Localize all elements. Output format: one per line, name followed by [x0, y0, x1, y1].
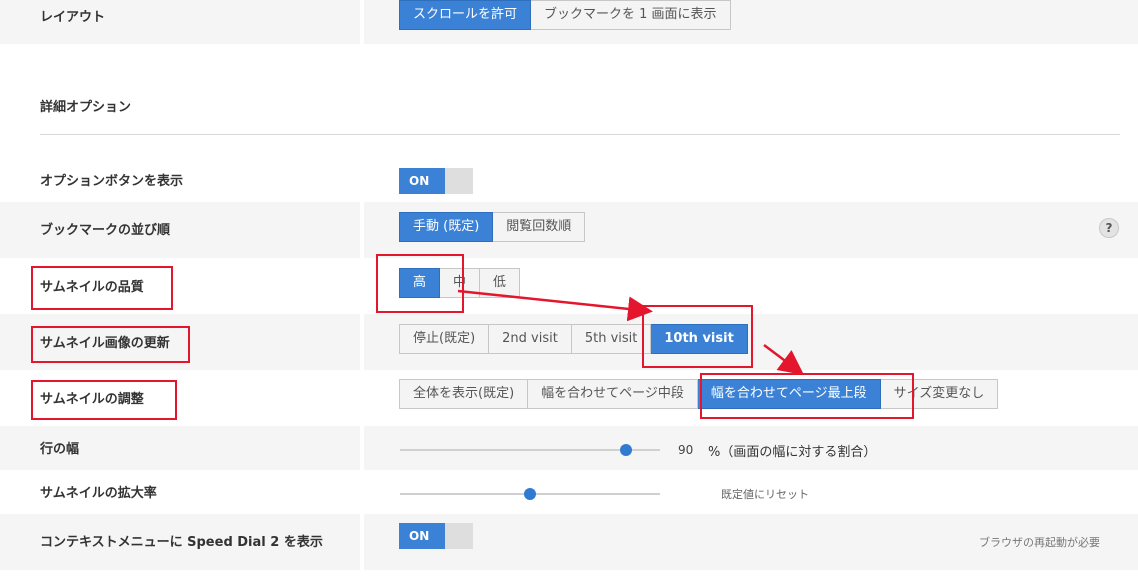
update-2nd-visit[interactable]: 2nd visit — [489, 324, 572, 354]
context-menu-row: コンテキストメニューに Speed Dial 2 を表示 ON ブラウザの再起動… — [0, 514, 1138, 570]
layout-option-scroll[interactable]: スクロールを許可 — [399, 0, 532, 30]
slider-thumb[interactable] — [524, 488, 536, 500]
context-menu-label: コンテキストメニューに Speed Dial 2 を表示 — [40, 535, 323, 550]
highlight-box-update-label — [31, 326, 190, 363]
slider-thumb[interactable] — [620, 444, 633, 456]
fit-show-all[interactable]: 全体を表示(既定) — [399, 379, 529, 409]
layout-segmented: スクロールを許可 ブックマークを 1 画面に表示 — [399, 0, 731, 30]
advanced-options-heading: 詳細オプション — [40, 100, 132, 115]
bookmark-order-row: ブックマークの並び順 手動 (既定) 閲覧回数順 — [0, 202, 1138, 258]
toggle-on-label: ON — [399, 168, 445, 194]
fit-width-middle[interactable]: 幅を合わせてページ中段 — [528, 379, 698, 409]
bookmark-order-views[interactable]: 閲覧回数順 — [493, 212, 586, 242]
row-width-unit: %（画面の幅に対する割合） — [708, 445, 877, 460]
toggle-on-label: ON — [399, 523, 445, 549]
highlight-box-10th-visit — [642, 305, 753, 368]
row-width-label: 行の幅 — [40, 442, 80, 457]
thumbnail-zoom-label: サムネイルの拡大率 — [40, 486, 157, 501]
thumbnail-zoom-slider[interactable] — [400, 488, 660, 500]
highlight-box-quality-label — [31, 266, 173, 310]
thumbnail-zoom-row: サムネイルの拡大率 既定値にリセット — [0, 470, 1138, 514]
row-width-slider[interactable] — [400, 444, 660, 456]
help-icon[interactable]: ? — [1099, 218, 1119, 238]
row-width-row: 行の幅 90 %（画面の幅に対する割合） — [0, 426, 1138, 470]
quality-low[interactable]: 低 — [480, 268, 521, 298]
show-options-button-toggle[interactable]: ON — [399, 168, 473, 194]
row-width-value: 90 — [678, 443, 694, 457]
layout-option-one-screen[interactable]: ブックマークを 1 画面に表示 — [531, 0, 731, 30]
show-options-button-label: オプションボタンを表示 — [40, 174, 184, 189]
update-5th-visit[interactable]: 5th visit — [571, 324, 652, 354]
restart-required-note: ブラウザの再起動が必要 — [979, 536, 1100, 549]
reset-zoom-link[interactable]: 既定値にリセット — [721, 486, 809, 502]
bookmark-order-manual[interactable]: 手動 (既定) — [399, 212, 494, 242]
bookmark-order-label: ブックマークの並び順 — [40, 223, 171, 238]
highlight-box-fit-label — [31, 380, 177, 420]
highlight-box-quality-high — [376, 254, 464, 313]
update-stop[interactable]: 停止(既定) — [399, 324, 490, 354]
show-options-button-row: オプションボタンを表示 ON — [0, 158, 1138, 202]
highlight-box-fit-top — [700, 373, 914, 419]
section-divider — [40, 134, 1120, 135]
layout-label: レイアウト — [40, 10, 106, 25]
bookmark-order-segmented: 手動 (既定) 閲覧回数順 — [399, 212, 586, 242]
layout-row: レイアウト スクロールを許可 ブックマークを 1 画面に表示 — [0, 0, 1138, 44]
context-menu-toggle[interactable]: ON — [399, 523, 473, 549]
